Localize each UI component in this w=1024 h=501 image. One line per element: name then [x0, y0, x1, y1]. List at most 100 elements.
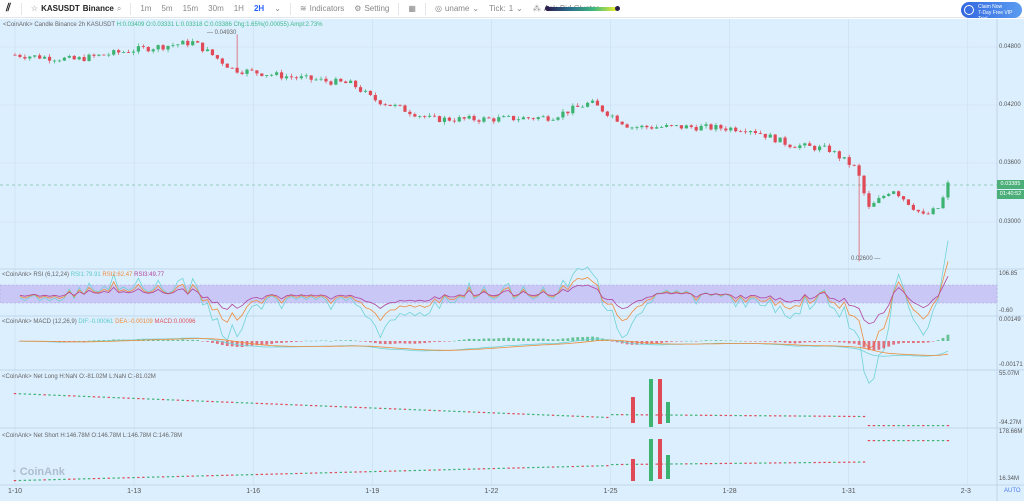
- netshort-bar: [275, 473, 278, 475]
- netshort-bar: [803, 462, 806, 464]
- netshort-bar: [640, 463, 644, 465]
- macd-bar: [763, 341, 767, 342]
- macd-bar: [689, 340, 693, 342]
- candle-body: [516, 119, 521, 121]
- netshort-bar: [537, 466, 540, 469]
- chart-area[interactable]: <CoinAnk> Candle Binance 2h KASUSDT H:0.…: [0, 19, 1024, 501]
- candle-body: [334, 78, 338, 85]
- netlong-bar: [240, 402, 244, 404]
- netlong-bar: [82, 395, 86, 397]
- netshort-bar: [147, 476, 150, 478]
- netshort-bar: [344, 471, 347, 473]
- netlong-bar: [685, 414, 688, 416]
- search-icon[interactable]: ⌕: [117, 4, 121, 14]
- symbol-selector[interactable]: ☆ KASUSDT Binance ⌕: [26, 4, 126, 14]
- macd-bar: [285, 341, 288, 343]
- netshort-bar: [77, 478, 81, 480]
- candle-body: [161, 45, 165, 50]
- user-dropdown[interactable]: ◎ uname ⌄: [430, 4, 484, 13]
- gear-icon: ⚙: [354, 4, 362, 13]
- date-tick: 1-22: [484, 488, 499, 495]
- netlong-bar: [729, 414, 732, 417]
- netlong-bar: [458, 410, 461, 413]
- macd-bar: [818, 341, 822, 342]
- candle-body: [778, 137, 782, 143]
- netshort-bar: [191, 475, 194, 477]
- netshort-bar: [186, 475, 189, 477]
- indicators-button[interactable]: ≋ Indicators: [295, 4, 349, 13]
- netshort-bar: [482, 468, 486, 470]
- interval-dropdown-icon[interactable]: ⌄: [269, 4, 286, 13]
- macd-bar: [447, 341, 451, 342]
- auto-scale-button[interactable]: AUTO: [1004, 488, 1021, 494]
- netlong-bar: [137, 397, 140, 400]
- macd-bar: [408, 341, 412, 344]
- netshort-bar: [196, 475, 199, 477]
- candle-body: [739, 131, 743, 133]
- candle-body: [803, 143, 807, 146]
- macd-bar: [487, 338, 491, 341]
- slider-handle-left[interactable]: [545, 6, 550, 11]
- netlong-bar: [28, 393, 32, 395]
- interval-2h[interactable]: 2H: [249, 4, 269, 13]
- netshort-bar: [112, 477, 115, 479]
- interval-1m[interactable]: 1m: [135, 4, 156, 13]
- netshort-bar: [690, 463, 693, 465]
- netlong-bar: [561, 415, 565, 417]
- interval-5m[interactable]: 5m: [156, 4, 177, 13]
- macd-bar: [299, 341, 303, 342]
- candle-body: [368, 90, 373, 96]
- macd-bar: [215, 341, 219, 344]
- netshort-bar: [764, 462, 767, 464]
- interval-15m[interactable]: 15m: [178, 4, 204, 13]
- setting-button[interactable]: ⚙ Setting: [349, 4, 394, 13]
- star-icon[interactable]: ☆: [31, 4, 38, 13]
- netshort-bar: [359, 471, 362, 473]
- netlong-bar: [329, 405, 333, 407]
- netlong-bar: [541, 414, 545, 416]
- price-tick: 0.04800: [999, 44, 1021, 50]
- macd-bar: [512, 338, 515, 341]
- macd-bar: [467, 338, 471, 341]
- candle-body: [931, 208, 935, 215]
- candle-body: [773, 134, 777, 143]
- candle-body: [77, 57, 81, 60]
- layout-grid-icon[interactable]: ▦: [403, 4, 421, 13]
- netshort-bar: [18, 479, 22, 482]
- netshort-bar: [596, 465, 599, 467]
- interval-30m[interactable]: 30m: [203, 4, 229, 13]
- interval-1h[interactable]: 1H: [229, 4, 249, 13]
- claim-vip-button[interactable]: Claim Now7-Day Free VIP Trial: [961, 2, 1022, 22]
- candle-body: [319, 78, 323, 80]
- macd-bar: [793, 341, 797, 344]
- netshort-bar: [453, 468, 456, 471]
- netshort-spike: [631, 459, 635, 481]
- macd-bar: [492, 338, 496, 341]
- netshort-bar: [695, 463, 698, 465]
- heatmap-range-slider[interactable]: [547, 7, 617, 11]
- tick-dropdown[interactable]: Tick: 1 ⌄: [484, 4, 528, 13]
- netlong-bar: [147, 398, 150, 400]
- netlong-bar: [142, 398, 145, 400]
- slider-handle-right[interactable]: [615, 6, 620, 11]
- netlong-bar: [423, 409, 426, 411]
- netlong-bar: [902, 425, 905, 427]
- netlong-bar: [828, 415, 831, 417]
- candle-body: [423, 116, 427, 117]
- candle-body: [892, 191, 896, 194]
- macd-bar: [507, 337, 511, 341]
- macd-bar: [270, 341, 274, 344]
- netlong-bar: [788, 415, 792, 417]
- netshort-bar: [586, 465, 589, 467]
- netshort-bar: [462, 468, 466, 470]
- netlong-bar: [798, 415, 802, 417]
- netshort-bar: [502, 467, 505, 469]
- date-tick: 1-28: [722, 488, 737, 495]
- netlong-bar: [393, 408, 397, 410]
- netshort-bar: [97, 477, 101, 480]
- candle-body: [541, 116, 545, 118]
- app-logo[interactable]: ⫽: [0, 2, 17, 15]
- candle-body: [220, 58, 224, 64]
- candle-body: [877, 198, 881, 203]
- netshort-bar: [369, 471, 372, 473]
